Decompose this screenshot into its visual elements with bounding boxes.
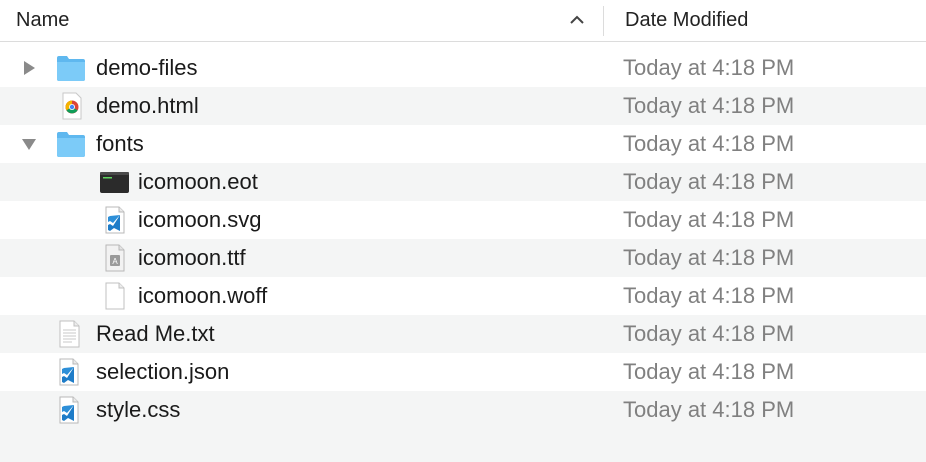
file-name: selection.json <box>96 359 230 384</box>
empty-list-area <box>0 429 926 462</box>
file-row[interactable]: Read Me.txt Today at 4:18 PM <box>0 315 926 353</box>
finder-list-view: Name Date Modified demo-files Today at 4… <box>0 0 926 462</box>
terminal-file-icon <box>100 172 129 193</box>
file-row[interactable]: demo.html Today at 4:18 PM <box>0 87 926 125</box>
name-column-header[interactable]: Name <box>16 9 69 32</box>
file-name: fonts <box>96 131 144 156</box>
svg-text:A: A <box>112 257 118 266</box>
file-date: Today at 4:18 PM <box>623 397 795 422</box>
file-name: icomoon.woff <box>138 283 268 308</box>
file-date: Today at 4:18 PM <box>623 283 795 308</box>
column-divider[interactable] <box>603 6 604 36</box>
file-date: Today at 4:18 PM <box>623 207 795 232</box>
file-row[interactable]: icomoon.eot Today at 4:18 PM <box>0 163 926 201</box>
blank-file-icon <box>105 282 125 310</box>
file-name: icomoon.ttf <box>138 245 246 270</box>
column-header-bar: Name Date Modified <box>0 0 926 42</box>
file-date: Today at 4:18 PM <box>623 131 795 156</box>
file-name: icomoon.eot <box>138 169 258 194</box>
file-date: Today at 4:18 PM <box>623 93 795 118</box>
file-name: icomoon.svg <box>138 207 262 232</box>
folder-icon <box>57 132 85 157</box>
file-row[interactable]: icomoon.woff Today at 4:18 PM <box>0 277 926 315</box>
file-date: Today at 4:18 PM <box>623 245 795 270</box>
folder-icon <box>57 56 85 81</box>
file-name: demo-files <box>96 55 198 80</box>
file-row[interactable]: selection.json Today at 4:18 PM <box>0 353 926 391</box>
file-date: Today at 4:18 PM <box>623 359 795 384</box>
file-date: Today at 4:18 PM <box>623 55 795 80</box>
file-date: Today at 4:18 PM <box>623 321 795 346</box>
disclosure-triangle-expanded-icon[interactable] <box>20 135 38 153</box>
date-modified-column-header[interactable]: Date Modified <box>625 9 748 32</box>
vscode-file-icon <box>59 358 79 386</box>
file-name: demo.html <box>96 93 199 118</box>
file-list: demo-files Today at 4:18 PM demo.html To… <box>0 49 926 429</box>
file-date: Today at 4:18 PM <box>623 169 795 194</box>
vscode-file-icon <box>59 396 79 424</box>
font-file-icon: A <box>105 244 125 272</box>
chrome-html-file-icon <box>62 92 82 120</box>
file-row[interactable]: A icomoon.ttf Today at 4:18 PM <box>0 239 926 277</box>
file-name: style.css <box>96 397 181 422</box>
file-row[interactable]: demo-files Today at 4:18 PM <box>0 49 926 87</box>
text-file-icon <box>59 320 80 348</box>
disclosure-triangle-collapsed-icon[interactable] <box>20 59 38 77</box>
file-row[interactable]: fonts Today at 4:18 PM <box>0 125 926 163</box>
file-name: Read Me.txt <box>96 321 215 346</box>
file-row[interactable]: icomoon.svg Today at 4:18 PM <box>0 201 926 239</box>
vscode-file-icon <box>105 206 125 234</box>
chevron-up-icon[interactable] <box>567 12 587 28</box>
file-row[interactable]: style.css Today at 4:18 PM <box>0 391 926 429</box>
